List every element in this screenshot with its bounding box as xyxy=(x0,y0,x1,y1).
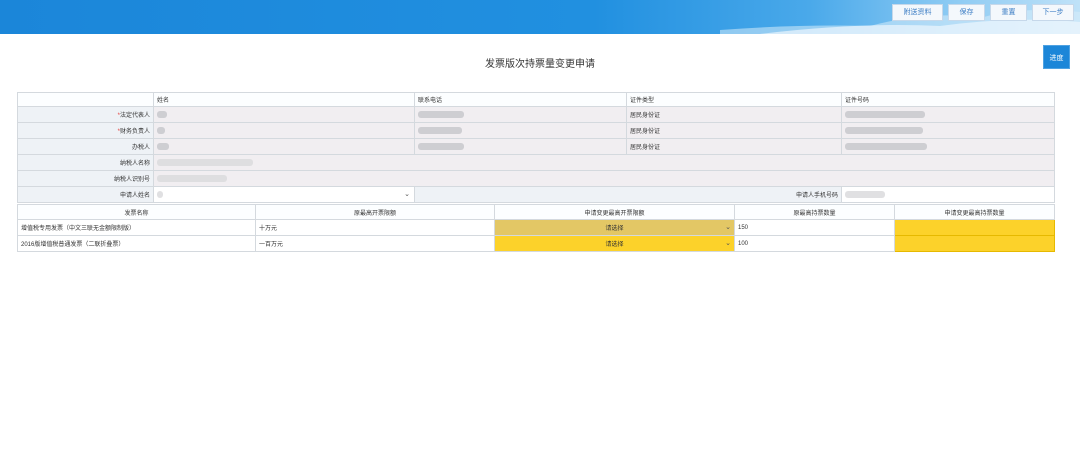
finance-head-phone-field[interactable] xyxy=(414,122,627,139)
top-banner: 附送资料 保存 重置 下一步 xyxy=(0,0,1080,34)
new-limit-select[interactable]: 请选择 ⌄ xyxy=(494,219,735,236)
table-row: *法定代表人 居民身份证 xyxy=(17,106,1055,123)
chevron-down-icon: ⌄ xyxy=(404,191,410,198)
applicant-phone-field[interactable] xyxy=(841,186,1055,203)
original-quantity-cell: 100 xyxy=(734,235,895,252)
row-label-tax-handler: 办税人 xyxy=(17,138,154,155)
redacted-value xyxy=(418,126,462,134)
select-placeholder: 请选择 xyxy=(605,226,624,232)
new-quantity-input[interactable] xyxy=(894,235,1055,252)
table-row: 纳税人名称 xyxy=(17,154,1055,171)
finance-head-name-field[interactable] xyxy=(153,122,415,139)
col-header-id-type: 证件类型 xyxy=(626,92,842,107)
toolbar: 附送资料 保存 重置 下一步 xyxy=(892,4,1074,21)
chevron-down-icon: ⌄ xyxy=(725,240,731,247)
header-blank-cell xyxy=(17,92,154,107)
col-header-original-quantity: 原最高持票数量 xyxy=(734,204,895,220)
redacted-value xyxy=(845,110,925,118)
redacted-value xyxy=(157,190,163,198)
col-header-name: 姓名 xyxy=(153,92,415,107)
table-row: 办税人 居民身份证 xyxy=(17,138,1055,155)
chevron-down-icon: ⌄ xyxy=(725,224,731,231)
tax-handler-id-number-field[interactable] xyxy=(841,138,1055,155)
col-header-id-number: 证件号码 xyxy=(841,92,1055,107)
new-limit-select[interactable]: 请选择 ⌄ xyxy=(494,235,735,252)
select-placeholder: 请选择 xyxy=(605,242,624,248)
new-quantity-input[interactable] xyxy=(894,219,1055,236)
table-row: 2016版增值税普通发票（二联折叠票） 一百万元 请选择 ⌄ 100 xyxy=(17,235,1055,252)
finance-head-id-type[interactable]: 居民身份证 xyxy=(626,122,842,139)
people-table-header-row: 姓名 联系电话 证件类型 证件号码 xyxy=(17,92,1055,107)
page-title: 发票版次持票量变更申请 xyxy=(485,59,595,70)
original-quantity-cell: 150 xyxy=(734,219,895,236)
redacted-value xyxy=(418,142,464,150)
legal-rep-id-type[interactable]: 居民身份证 xyxy=(626,106,842,123)
table-row: 纳税人识别号 xyxy=(17,170,1055,187)
attach-documents-button[interactable]: 附送资料 xyxy=(892,4,943,21)
table-row: 申请人姓名 ⌄ 申请人手机号码 xyxy=(17,186,1055,203)
invoice-name-cell: 2016版增值税普通发票（二联折叠票） xyxy=(17,235,256,252)
row-label-applicant-name: 申请人姓名 xyxy=(17,186,154,203)
legal-rep-name-field[interactable] xyxy=(153,106,415,123)
progress-button[interactable]: 进度 xyxy=(1043,45,1070,69)
original-limit-cell: 一百万元 xyxy=(255,235,495,252)
redacted-value xyxy=(418,110,464,118)
legal-rep-id-number-field[interactable] xyxy=(841,106,1055,123)
next-step-button[interactable]: 下一步 xyxy=(1032,4,1074,21)
col-header-phone: 联系电话 xyxy=(414,92,627,107)
legal-rep-phone-field[interactable] xyxy=(414,106,627,123)
row-label-taxpayer-name: 纳税人名称 xyxy=(17,154,154,171)
row-label-taxpayer-id: 纳税人识别号 xyxy=(17,170,154,187)
taxpayer-id-field[interactable] xyxy=(153,170,1055,187)
redacted-value xyxy=(845,190,885,198)
redacted-value xyxy=(157,110,167,118)
taxpayer-name-field[interactable] xyxy=(153,154,1055,171)
redacted-value xyxy=(157,142,169,150)
save-button[interactable]: 保存 xyxy=(948,4,985,21)
redacted-value xyxy=(157,126,165,134)
col-header-original-limit: 原最高开票限额 xyxy=(255,204,495,220)
table-row: *财务负责人 居民身份证 xyxy=(17,122,1055,139)
invoice-table-header-row: 发票名称 原最高开票限额 申请变更最高开票限额 原最高持票数量 申请变更最高持票… xyxy=(17,204,1055,220)
redacted-value xyxy=(157,158,253,166)
tax-handler-id-type[interactable]: 居民身份证 xyxy=(626,138,842,155)
row-label-finance-head: *财务负责人 xyxy=(17,122,154,139)
invoice-name-cell: 增值税专用发票（中文三联无金额限制版） xyxy=(17,219,256,236)
invoice-table: 发票名称 原最高开票限额 申请变更最高开票限额 原最高持票数量 申请变更最高持票… xyxy=(17,204,1055,252)
table-row: 增值税专用发票（中文三联无金额限制版） 十万元 请选择 ⌄ 150 xyxy=(17,219,1055,236)
redacted-value xyxy=(845,126,923,134)
reset-button[interactable]: 重置 xyxy=(990,4,1027,21)
applicant-name-select[interactable]: ⌄ xyxy=(153,186,415,203)
tax-handler-phone-field[interactable] xyxy=(414,138,627,155)
row-label-legal-rep: *法定代表人 xyxy=(17,106,154,123)
col-header-new-quantity: 申请变更最高持票数量 xyxy=(894,204,1055,220)
people-info-table: 姓名 联系电话 证件类型 证件号码 *法定代表人 居民身份证 *财务负责人 居民… xyxy=(17,92,1055,203)
tax-handler-name-field[interactable] xyxy=(153,138,415,155)
row-label-applicant-phone: 申请人手机号码 xyxy=(414,186,842,203)
original-limit-cell: 十万元 xyxy=(255,219,495,236)
redacted-value xyxy=(845,142,927,150)
col-header-new-limit: 申请变更最高开票限额 xyxy=(494,204,735,220)
col-header-invoice-name: 发票名称 xyxy=(17,204,256,220)
finance-head-id-number-field[interactable] xyxy=(841,122,1055,139)
redacted-value xyxy=(157,174,227,182)
